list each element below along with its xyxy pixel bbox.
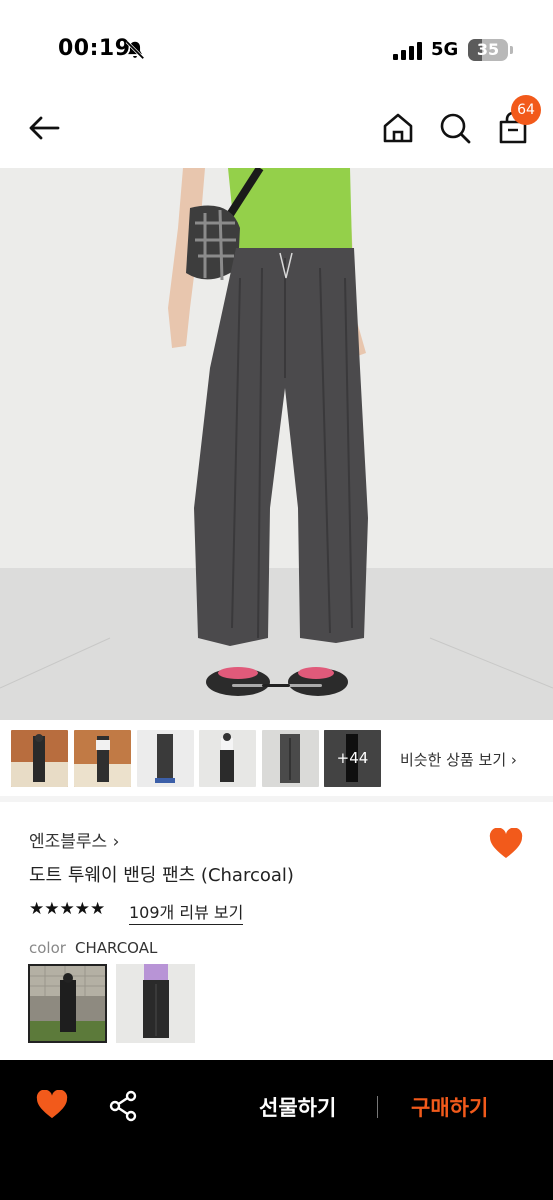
- thumbnail-image[interactable]: [11, 730, 68, 787]
- heart-icon[interactable]: [489, 828, 523, 860]
- color-swatch-charcoal[interactable]: [28, 964, 107, 1043]
- buy-button[interactable]: 구매하기: [411, 1092, 488, 1122]
- reviews-link[interactable]: 109개 리뷰 보기: [129, 899, 244, 925]
- signal-icon: [393, 42, 422, 60]
- model-photo: [0, 168, 553, 720]
- color-swatch-alt[interactable]: [116, 964, 195, 1043]
- search-icon[interactable]: [437, 110, 473, 146]
- product-main-image[interactable]: [0, 168, 553, 720]
- more-images-count: +44: [324, 730, 381, 787]
- thumbnail-image[interactable]: [262, 730, 319, 787]
- more-images-thumbnail[interactable]: +44: [324, 730, 381, 787]
- rating-stars: ★★★★★: [29, 899, 106, 919]
- battery-percent: 35: [476, 40, 500, 59]
- thumbnail-image[interactable]: [74, 730, 131, 787]
- bell-off-icon: [125, 40, 145, 60]
- button-separator: [377, 1096, 378, 1118]
- top-nav: [0, 96, 553, 168]
- color-option-label: color: [29, 939, 66, 957]
- brand-link[interactable]: 엔조블루스 ›: [29, 827, 119, 852]
- image-pager-indicator: [262, 684, 290, 687]
- section-divider: [0, 796, 553, 802]
- home-icon[interactable]: [380, 110, 416, 146]
- similar-products-link[interactable]: 비슷한 상품 보기 ›: [400, 749, 517, 770]
- product-page: 00:19 5G 35 64 +44 비슷한 상품 보기 › 엔조블루스 › 도…: [0, 0, 553, 1200]
- network-type: 5G: [431, 39, 459, 60]
- status-bar: 00:19 5G 35: [0, 0, 553, 96]
- color-option-value: CHARCOAL: [75, 939, 158, 957]
- back-arrow-icon[interactable]: [26, 110, 62, 146]
- cart-count-badge: 64: [511, 95, 541, 125]
- thumbnail-image[interactable]: [199, 730, 256, 787]
- battery-icon: 35: [468, 39, 508, 61]
- gift-button[interactable]: 선물하기: [259, 1092, 336, 1122]
- heart-icon[interactable]: [36, 1090, 68, 1120]
- product-title: 도트 투웨이 밴딩 팬츠 (Charcoal): [29, 865, 294, 886]
- bottom-action-bar: [0, 1060, 553, 1200]
- thumbnail-strip: +44 비슷한 상품 보기 ›: [0, 722, 553, 796]
- battery-cap: [510, 46, 513, 54]
- status-time: 00:19: [58, 36, 131, 61]
- share-icon[interactable]: [108, 1090, 138, 1122]
- thumbnail-image[interactable]: [137, 730, 194, 787]
